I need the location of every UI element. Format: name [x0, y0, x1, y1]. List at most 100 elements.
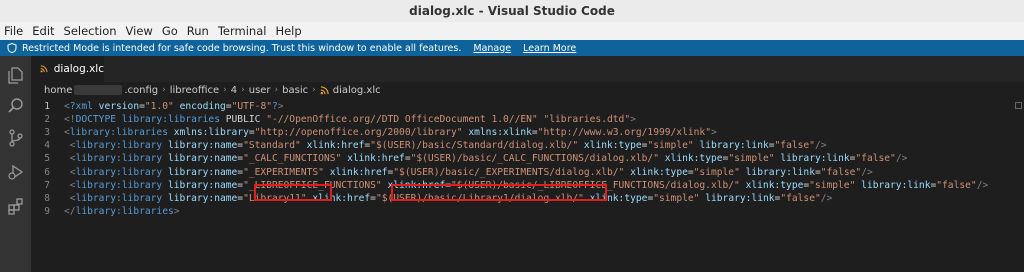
code-token: library:link: [705, 192, 775, 204]
chevron-right-icon: ›: [241, 85, 245, 95]
breadcrumb-config[interactable]: .config: [124, 85, 158, 96]
code-token: />: [814, 140, 827, 152]
explorer-icon[interactable]: [6, 65, 26, 85]
code-token: "Standard": [243, 140, 301, 152]
code-token: "-//OpenOffice.org//DTD OfficeDocument 1…: [266, 114, 538, 126]
rss-file-icon: [40, 65, 48, 73]
code-token: "http://openoffice.org/2000/library": [254, 127, 463, 139]
code-token: ?xml: [69, 101, 93, 112]
extensions-icon[interactable]: [6, 196, 26, 216]
code-token: library:library: [75, 179, 163, 191]
chevron-right-icon: ›: [312, 85, 316, 95]
code-token: "false": [774, 140, 815, 152]
code-token: "false": [936, 179, 977, 191]
line-number: 8: [44, 192, 50, 204]
code-token: DOCTYPE: [75, 114, 116, 126]
code-token: xmlns:xlink: [468, 127, 532, 139]
code-text: </library:libraries>: [64, 206, 180, 217]
line-number: 9: [44, 205, 50, 217]
code-token: library:library: [75, 192, 163, 204]
line-number: 4: [44, 140, 50, 152]
code-line[interactable]: 3 <library:libraries xmlns:library="http:…: [31, 126, 1024, 139]
code-token: "false": [855, 153, 896, 165]
code-line[interactable]: 2 <!DOCTYPE library:libraries PUBLIC "-//…: [31, 113, 1024, 126]
code-token: xmlns:library: [173, 127, 249, 139]
menu-run[interactable]: Run: [187, 24, 209, 38]
breadcrumb-file[interactable]: dialog.xlc: [333, 85, 381, 96]
code-token: library:library: [75, 153, 163, 165]
code-token: "libraries.dtd": [543, 114, 631, 126]
code-text: <?xml version="1.0" encoding="UTF-8"?>: [64, 101, 284, 112]
tab-dialog-xlc[interactable]: dialog.xlc: [31, 56, 104, 82]
learn-more-link[interactable]: Learn More: [523, 43, 576, 54]
code-line[interactable]: 9 </library:libraries>: [31, 205, 1024, 218]
code-token: <!: [64, 114, 76, 126]
menu-go[interactable]: Go: [162, 24, 178, 38]
code-token: library:library: [75, 166, 163, 178]
breadcrumb-libreoffice[interactable]: libreoffice: [170, 85, 219, 96]
code-token: library:name: [167, 140, 238, 152]
redacted-username: [74, 85, 123, 95]
chevron-right-icon: ›: [223, 85, 227, 95]
run-debug-icon[interactable]: [6, 162, 26, 182]
code-token: xlink:href: [306, 140, 365, 152]
highlight-library-name-box: [254, 184, 332, 201]
code-token: </: [64, 205, 76, 217]
line-number: 5: [44, 153, 50, 165]
code-text: <library:library library:name="_EXPERIME…: [64, 167, 873, 178]
code-token: "_CALC_FUNCTIONS": [243, 153, 342, 165]
minimap-toggle-icon[interactable]: [1015, 102, 1022, 109]
menu-view[interactable]: View: [126, 24, 153, 38]
line-number: 1: [44, 101, 50, 112]
menu-file[interactable]: File: [4, 24, 23, 38]
code-token: version: [98, 101, 140, 112]
code-token: library:name: [167, 192, 238, 204]
code-token: "simple": [653, 192, 700, 204]
code-token: library:link: [699, 140, 769, 152]
breadcrumb-4[interactable]: 4: [231, 85, 237, 96]
code-token: "$(USER)/basic/_CALC_FUNCTIONS/dialog.xl…: [410, 153, 659, 165]
code-token: library:link: [780, 153, 850, 165]
shield-icon: [7, 43, 17, 53]
activity-bar: [0, 56, 31, 272]
code-editor[interactable]: 9 </library:libraries> 8 <library:library …: [31, 98, 1024, 272]
code-token: />: [861, 166, 873, 178]
breadcrumb-user[interactable]: user: [249, 85, 271, 96]
code-text: <library:library library:name="_CALC_FUN…: [64, 153, 908, 165]
menu-edit[interactable]: Edit: [32, 24, 54, 38]
tab-label: dialog.xlc: [53, 63, 104, 75]
code-token: "UTF-8": [231, 101, 272, 112]
breadcrumb: home .config › libreoffice › 4 › user › …: [31, 82, 1024, 98]
code-token: xlink:type: [630, 166, 688, 178]
menu-terminal[interactable]: Terminal: [218, 24, 267, 38]
code-text: <library:libraries xmlns:library="http:/…: [64, 127, 717, 138]
menu-selection[interactable]: Selection: [64, 24, 117, 38]
manage-link[interactable]: Manage: [473, 43, 511, 54]
line-number: 2: [44, 114, 50, 126]
window-titlebar: dialog.xlc - Visual Studio Code: [0, 0, 1024, 22]
code-line[interactable]: 6 <library:library library:name="_EXPERI…: [31, 166, 1024, 179]
code-line[interactable]: 4 <library:library library:name="Standar…: [31, 139, 1024, 152]
breadcrumb-home[interactable]: home: [44, 85, 72, 96]
code-token: "simple": [647, 140, 694, 152]
code-token: "$(USER)/basic/_EXPERIMENTS/dialog.xlb/": [393, 166, 625, 178]
code-token: xlink:type: [583, 140, 642, 152]
breadcrumb-basic[interactable]: basic: [282, 85, 308, 96]
menu-help[interactable]: Help: [275, 24, 301, 38]
tab-bar: dialog.xlc: [31, 56, 1024, 82]
code-token: library:name: [167, 166, 238, 178]
code-token: xlink:type: [745, 179, 804, 191]
code-token: "simple": [693, 166, 740, 178]
code-line[interactable]: 1 <?xml version="1.0" encoding="UTF-8"?>: [31, 100, 1024, 113]
code-token: library:link: [861, 179, 931, 191]
source-control-icon[interactable]: [6, 128, 26, 148]
line-number: 7: [44, 179, 50, 191]
code-token: "simple": [728, 153, 775, 165]
code-token: "false": [780, 192, 821, 204]
code-line[interactable]: 5 <library:library library:name="_CALC_F…: [31, 152, 1024, 165]
code-token: library:name: [167, 153, 238, 165]
search-icon[interactable]: [6, 96, 26, 116]
code-token: library:name: [167, 179, 238, 191]
code-token: >: [710, 127, 717, 139]
code-token: >: [630, 114, 636, 126]
